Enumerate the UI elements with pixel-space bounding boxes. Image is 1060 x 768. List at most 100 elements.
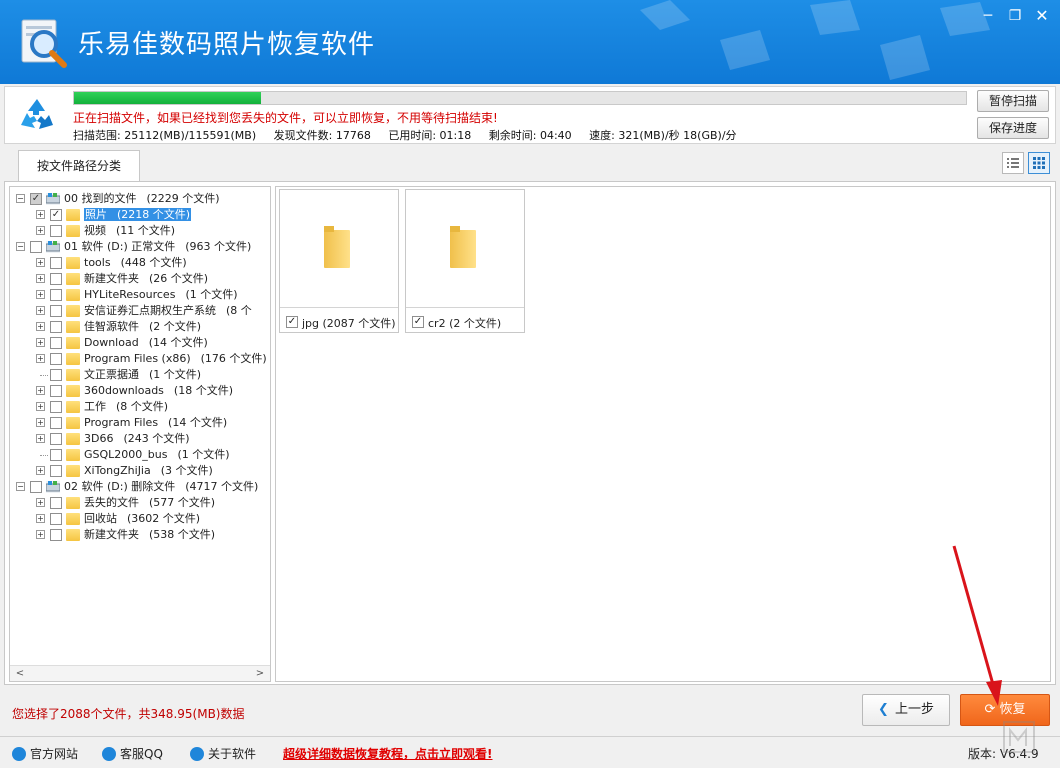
tree-checkbox[interactable]: [50, 417, 62, 429]
expand-icon[interactable]: +: [36, 322, 45, 331]
tree-row[interactable]: +360downloads (18 个文件): [10, 383, 270, 399]
folder-icon: [324, 226, 350, 268]
tree-checkbox[interactable]: [50, 353, 62, 365]
tree-checkbox[interactable]: [50, 289, 62, 301]
official-website-link[interactable]: 官方网站: [12, 745, 78, 762]
tree-row[interactable]: − 01 软件 (D:) 正常文件 (963 个文件): [10, 239, 270, 255]
tree-row[interactable]: + 安信证券汇点期权生产系统 (8 个: [10, 303, 270, 319]
folder-icon: [66, 369, 80, 381]
expand-icon[interactable]: +: [36, 466, 45, 475]
expand-icon[interactable]: +: [36, 226, 45, 235]
expand-icon[interactable]: +: [36, 418, 45, 427]
tree-row[interactable]: + tools (448 个文件): [10, 255, 270, 271]
scroll-left-icon[interactable]: <: [12, 666, 28, 681]
tree-row[interactable]: + 视频 (11 个文件): [10, 223, 270, 239]
tree-row[interactable]: + Program Files (x86) (176 个文件): [10, 351, 270, 367]
tree-checkbox[interactable]: [50, 449, 62, 461]
expand-icon[interactable]: +: [36, 530, 45, 539]
tree-checkbox[interactable]: ✓: [50, 209, 62, 221]
expand-icon[interactable]: +: [36, 258, 45, 267]
tree-item-label: 安信证券汇点期权生产系统 (8 个: [84, 303, 252, 319]
collapse-icon[interactable]: −: [16, 482, 25, 491]
tree-checkbox[interactable]: [30, 481, 42, 493]
tree-row[interactable]: + 工作 (8 个文件): [10, 399, 270, 415]
home-icon: [12, 747, 26, 761]
tree-row[interactable]: 文正票据通 (1 个文件): [10, 367, 270, 383]
tree-checkbox[interactable]: [50, 337, 62, 349]
tree-row[interactable]: + 佳智源软件 (2 个文件): [10, 319, 270, 335]
file-type-tile-jpg[interactable]: ✓ jpg (2087 个文件): [279, 189, 399, 333]
tree-checkbox[interactable]: [50, 369, 62, 381]
tree-checkbox[interactable]: [50, 465, 62, 477]
grid-view-icon[interactable]: [1028, 152, 1050, 174]
collapse-icon[interactable]: −: [16, 242, 25, 251]
close-icon[interactable]: ✕: [1030, 6, 1054, 26]
expand-icon[interactable]: +: [36, 402, 45, 411]
tree-row[interactable]: +3D66 (243 个文件): [10, 431, 270, 447]
expand-icon[interactable]: +: [36, 306, 45, 315]
tree-checkbox[interactable]: [50, 529, 62, 541]
support-qq-link[interactable]: 客服QQ: [102, 745, 163, 762]
tree-checkbox[interactable]: [30, 241, 42, 253]
scan-range: 扫描范围: 25112(MB)/115591(MB): [73, 129, 257, 142]
list-view-icon[interactable]: [1002, 152, 1024, 174]
tree-checkbox[interactable]: [50, 305, 62, 317]
tree-row[interactable]: + 新建文件夹 (26 个文件): [10, 271, 270, 287]
tree-row[interactable]: + Download (14 个文件): [10, 335, 270, 351]
expand-icon[interactable]: +: [36, 386, 45, 395]
tree-row[interactable]: − 02 软件 (D:) 删除文件 (4717 个文件): [10, 479, 270, 495]
tab-by-path[interactable]: 按文件路径分类: [18, 150, 140, 182]
about-software-link[interactable]: 关于软件: [190, 745, 256, 762]
tutorial-link[interactable]: 超级详细数据恢复教程，点击立即观看!: [283, 745, 492, 762]
tile-label: jpg (2087 个文件): [302, 317, 396, 330]
scroll-right-icon[interactable]: >: [252, 666, 268, 681]
tree-row[interactable]: + 丢失的文件 (577 个文件): [10, 495, 270, 511]
tree-row[interactable]: + 回收站 (3602 个文件): [10, 511, 270, 527]
tree-item-label: 照片 (2218 个文件): [84, 207, 192, 223]
tree-item-label: GSQL2000_bus (1 个文件): [84, 447, 230, 463]
tree-row[interactable]: + Program Files (14 个文件): [10, 415, 270, 431]
expand-icon[interactable]: +: [36, 210, 45, 219]
expand-icon[interactable]: +: [36, 274, 45, 283]
tree-checkbox[interactable]: [50, 497, 62, 509]
tree-checkbox[interactable]: [50, 433, 62, 445]
tree-checkbox[interactable]: [50, 321, 62, 333]
expand-icon[interactable]: +: [36, 354, 45, 363]
tile-thumbnail: [406, 190, 524, 308]
save-progress-button[interactable]: 保存进度: [977, 117, 1049, 139]
minimize-icon[interactable]: ─: [976, 6, 1000, 26]
expand-icon[interactable]: +: [36, 290, 45, 299]
tile-checkbox[interactable]: ✓: [286, 316, 298, 328]
prev-step-button[interactable]: ❮ 上一步: [862, 694, 950, 726]
expand-icon[interactable]: +: [36, 338, 45, 347]
expand-icon[interactable]: +: [36, 514, 45, 523]
expand-icon[interactable]: +: [36, 434, 45, 443]
tree-row[interactable]: + HYLiteResources (1 个文件): [10, 287, 270, 303]
tree-item-text: Download: [84, 336, 139, 349]
tree-item-text: 安信证券汇点期权生产系统: [84, 304, 216, 317]
tree-row[interactable]: + 新建文件夹 (538 个文件): [10, 527, 270, 543]
tree-connector: [40, 375, 48, 376]
tree-checkbox[interactable]: ✓: [30, 193, 42, 205]
collapse-icon[interactable]: −: [16, 194, 25, 203]
tree-checkbox[interactable]: [50, 225, 62, 237]
tree-row[interactable]: + ✓ 照片 (2218 个文件): [10, 207, 270, 223]
tree-row[interactable]: + XiTongZhiJia (3 个文件): [10, 463, 270, 479]
tree-item-count: (8 个: [226, 304, 252, 317]
maximize-icon[interactable]: ❐: [1003, 6, 1027, 26]
file-type-tile-cr2[interactable]: ✓ cr2 (2 个文件): [405, 189, 525, 333]
pause-scan-button[interactable]: 暂停扫描: [977, 90, 1049, 112]
tree-checkbox[interactable]: [50, 401, 62, 413]
tree-row[interactable]: − ✓ 00 找到的文件 (2229 个文件): [10, 191, 270, 207]
tree-checkbox[interactable]: [50, 257, 62, 269]
tree-horizontal-scrollbar[interactable]: < >: [10, 665, 270, 681]
tree-item-count: (243 个文件): [123, 432, 190, 445]
tree-checkbox[interactable]: [50, 385, 62, 397]
tree-row[interactable]: GSQL2000_bus (1 个文件): [10, 447, 270, 463]
tree-checkbox[interactable]: [50, 513, 62, 525]
tile-checkbox[interactable]: ✓: [412, 316, 424, 328]
expand-icon[interactable]: +: [36, 498, 45, 507]
tree-item-label: XiTongZhiJia (3 个文件): [84, 463, 213, 479]
tile-thumbnail: [280, 190, 398, 308]
tree-checkbox[interactable]: [50, 273, 62, 285]
